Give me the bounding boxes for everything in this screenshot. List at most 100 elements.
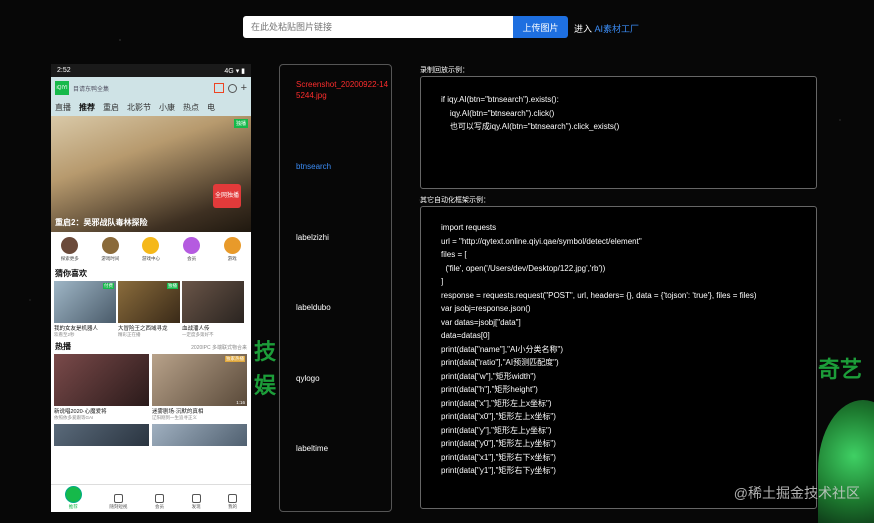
card-subtitle: 精彩正在播 xyxy=(118,332,141,337)
tab-vip[interactable]: 会员 xyxy=(154,494,164,510)
tab-discover[interactable]: 发现 xyxy=(191,494,201,510)
code-line: var datas=jsobj["data"] xyxy=(441,317,521,327)
background-text-qiyi: 奇艺 xyxy=(818,358,863,383)
status-icons: 4G ▾ ▮ xyxy=(224,67,245,75)
app-header: iQIYI 目请东鸭全集 + xyxy=(51,77,251,99)
plus-icon[interactable]: + xyxy=(241,83,247,94)
background-text-yu: 娱 xyxy=(254,374,277,399)
other-framework-label: 其它自动化框架示例： xyxy=(420,197,490,204)
quick-item[interactable]: 会员 xyxy=(176,237,208,262)
replay-example-label: 录制回放示例： xyxy=(420,67,469,74)
phone-status-bar: 2:52 4G ▾ ▮ xyxy=(51,64,251,77)
video-card[interactable]: 独播 大冒险王之西域寻龙 精彩正在播 xyxy=(118,281,180,338)
quick-entries: 探索更多 游戏时间 游戏中心 会员 游戏 xyxy=(51,232,251,265)
code-line: ('file', open('/Users/dev/Desktop/122.jp… xyxy=(441,263,606,273)
code-line: print(data["x"],"矩形左上x坐标") xyxy=(441,398,552,408)
other-framework-code[interactable]: import requests url = "http://qytext.onli… xyxy=(420,206,817,509)
card-badge: 独家热播 xyxy=(225,356,245,362)
list-item-btnsearch[interactable]: btnsearch xyxy=(296,162,331,171)
nav-tab[interactable]: 北影节 xyxy=(127,102,151,113)
video-card[interactable] xyxy=(54,424,149,446)
code-line: print(data["name"],"AI小分类名称") xyxy=(441,344,564,354)
list-item-qylogo[interactable]: qylogo xyxy=(296,374,320,383)
vip-icon xyxy=(154,494,164,503)
code-line: 也可以写成iqy.AI(btn="btnsearch").click_exist… xyxy=(441,122,620,131)
tab-recommend[interactable]: 推荐 xyxy=(64,486,82,510)
code-line: print(data["y"],"矩形左上y坐标") xyxy=(441,425,552,435)
nav-tab-active[interactable]: 推荐 xyxy=(79,102,95,113)
enter-ai-factory: 进入 AI素材工厂 xyxy=(574,22,639,35)
app-search-field[interactable]: 目请东鸭全集 xyxy=(73,84,210,93)
detected-search-icon[interactable] xyxy=(213,83,224,93)
card-badge: 付费 xyxy=(103,283,114,289)
video-card[interactable] xyxy=(152,424,247,446)
quick-item-icon xyxy=(101,237,119,254)
phone-screenshot[interactable]: 2:52 4G ▾ ▮ iQIYI 目请东鸭全集 + 直播 推荐 重启 北影节 … xyxy=(51,64,251,512)
tab-me[interactable]: 我的 xyxy=(228,494,238,510)
app-tab-bar: 推荐 随刻短视 会员 发现 我的 xyxy=(51,484,251,512)
video-thumbnail xyxy=(54,424,149,446)
guess-grid: 付费 我的女友是机器人 欢看至2秒 独播 大冒险王之西域寻龙 精彩正在播 血战潘… xyxy=(51,281,251,338)
more-thumbnails xyxy=(51,421,251,446)
video-card[interactable]: 新说唱2020·心魔爱将 依照依多爱跟等GAI xyxy=(54,354,149,421)
video-thumbnail: 独播 xyxy=(118,281,180,323)
nav-tab[interactable]: 电 xyxy=(207,102,215,113)
list-item-labelzizhi[interactable]: labelzizhi xyxy=(296,233,329,242)
hot-section-header: 热播 2020IPC 多端联式物合来 xyxy=(51,338,251,354)
code-line: iqy.AI(btn="btnsearch").click() xyxy=(441,108,555,118)
code-line: ] xyxy=(441,277,444,286)
hero-banner[interactable]: 独播 全网独播 重启2：吴邪战队毒林探险 xyxy=(51,116,251,232)
card-subtitle: 欢看至2秒 xyxy=(54,332,75,337)
quick-item-label: 游戏时间 xyxy=(101,256,120,261)
quick-item[interactable]: 游戏中心 xyxy=(135,237,167,262)
ai-factory-link[interactable]: AI素材工厂 xyxy=(595,24,640,34)
image-url-input[interactable] xyxy=(243,16,513,38)
guess-section-header: 猜你喜欢 xyxy=(51,265,251,281)
hero-title: 重启2：吴邪战队毒林探险 xyxy=(55,218,148,227)
quick-item-icon xyxy=(61,237,79,254)
code-line: import requests xyxy=(441,223,497,232)
history-icon[interactable] xyxy=(227,83,237,93)
replay-example-code[interactable]: if iqy.AI(btn="btnsearch").exists(): iqy… xyxy=(420,76,817,189)
nav-tab[interactable]: 直播 xyxy=(55,102,71,113)
code-line: var jsobj=response.json() xyxy=(441,304,531,313)
video-thumbnail: 独家热播 1:16 xyxy=(152,354,247,406)
background-text-ji: 技 xyxy=(254,340,277,365)
tab-label: 我的 xyxy=(228,504,238,509)
video-card[interactable]: 血战潘人传 一定度多第好不 xyxy=(182,281,244,338)
code-line: print(data["x1"],"矩形右下x坐标") xyxy=(441,452,556,462)
card-badge: 独播 xyxy=(167,283,178,289)
hot-grid: 新说唱2020·心魔爱将 依照依多爱跟等GAI 独家热播 1:16 迷雾剧场·沉… xyxy=(51,354,251,421)
tab-short-video[interactable]: 随刻短视 xyxy=(109,494,127,510)
list-item-labeltime[interactable]: labeltime xyxy=(296,444,328,453)
enter-prefix: 进入 xyxy=(574,24,595,34)
code-line: print(data["h"],"矩形height") xyxy=(441,385,538,394)
video-card[interactable]: 付费 我的女友是机器人 欢看至2秒 xyxy=(54,281,116,338)
list-item-screenshot[interactable]: Screenshot_20200922-145244.jpg xyxy=(296,79,391,101)
nav-tab[interactable]: 重启 xyxy=(103,102,119,113)
card-title: 血战潘人传 xyxy=(182,326,210,332)
card-title: 新说唱2020·心魔爱将 xyxy=(54,409,107,415)
list-item-labeldubo[interactable]: labeldubo xyxy=(296,303,331,312)
hero-tag: 独播 xyxy=(233,119,248,128)
quick-item[interactable]: 探索更多 xyxy=(54,237,86,262)
nav-tab[interactable]: 热点 xyxy=(183,102,199,113)
iqiyi-logo-icon: iQIYI xyxy=(55,81,69,95)
home-icon xyxy=(64,486,82,503)
quick-item[interactable]: 游戏 xyxy=(216,237,248,262)
quick-item-label: 探索更多 xyxy=(60,256,79,261)
video-thumbnail xyxy=(182,281,244,323)
card-duration: 1:16 xyxy=(236,400,245,405)
nav-tab[interactable]: 小康 xyxy=(159,102,175,113)
code-line: print(data["y0"],"矩形左上y坐标") xyxy=(441,439,556,448)
quick-item-icon xyxy=(223,237,241,254)
video-card[interactable]: 独家热播 1:16 迷雾剧场·沉默的真相 辽阳刚到一生追寻正义 xyxy=(152,354,247,421)
quick-item-label: 游戏 xyxy=(227,256,237,261)
element-list-panel: Screenshot_20200922-145244.jpg btnsearch… xyxy=(279,64,392,512)
upload-image-button[interactable]: 上传图片 xyxy=(513,16,568,38)
card-subtitle: 依照依多爱跟等GAI xyxy=(54,415,94,420)
card-subtitle: 辽阳刚到一生追寻正义 xyxy=(152,415,197,420)
quick-item-icon xyxy=(142,237,160,254)
hot-subtitle: 2020IPC 多端联式物合来 xyxy=(191,345,247,351)
quick-item[interactable]: 游戏时间 xyxy=(95,237,127,262)
